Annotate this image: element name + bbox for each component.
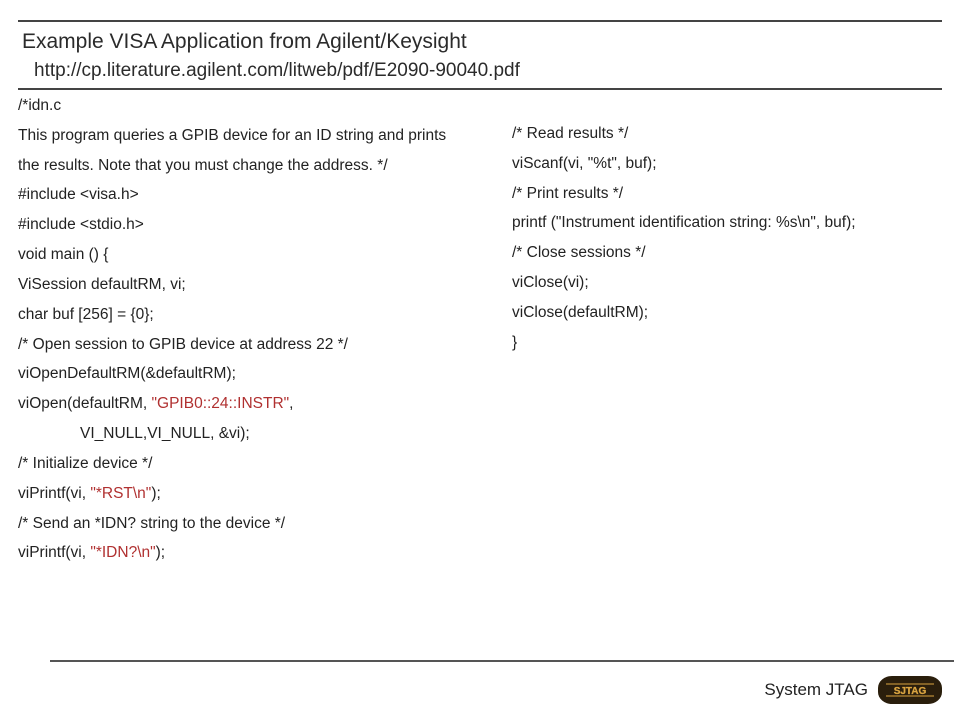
code-line: viOpenDefaultRM(&defaultRM); — [18, 364, 488, 384]
code-line: viScanf(vi, "%t", buf); — [512, 154, 942, 174]
slide-subtitle: http://cp.literature.agilent.com/litweb/… — [34, 60, 942, 82]
code-line: viClose(vi); — [512, 273, 942, 293]
code-line: char buf [256] = {0}; — [18, 305, 488, 325]
code-line: viOpen(defaultRM, "GPIB0::24::INSTR", — [18, 394, 488, 414]
code-line: /* Read results */ — [512, 124, 942, 144]
bottom-divider — [50, 660, 954, 662]
top-divider — [18, 20, 942, 22]
code-line: /* Open session to GPIB device at addres… — [18, 335, 488, 355]
title-underline — [18, 88, 942, 90]
code-line: /* Print results */ — [512, 184, 942, 204]
code-line: the results. Note that you must change t… — [18, 156, 488, 176]
code-line: viPrintf(vi, "*RST\n"); — [18, 484, 488, 504]
code-line: #include <visa.h> — [18, 185, 488, 205]
code-line: /* Send an *IDN? string to the device */ — [18, 514, 488, 534]
code-line: viClose(defaultRM); — [512, 303, 942, 323]
code-line: viPrintf(vi, "*IDN?\n"); — [18, 543, 488, 563]
code-line: This program queries a GPIB device for a… — [18, 126, 488, 146]
code-column-right: /* Read results */ viScanf(vi, "%t", buf)… — [512, 96, 942, 573]
code-line: /* Initialize device */ — [18, 454, 488, 474]
code-line: void main () { — [18, 245, 488, 265]
footer-label: System JTAG — [764, 680, 868, 700]
slide-title: Example VISA Application from Agilent/Ke… — [22, 30, 942, 54]
logo-text: SJTAG — [894, 686, 927, 697]
code-column-left: /*idn.c This program queries a GPIB devic… — [18, 96, 488, 573]
code-line: /* Close sessions */ — [512, 243, 942, 263]
code-line: ViSession defaultRM, vi; — [18, 275, 488, 295]
code-line: } — [512, 333, 942, 353]
code-line: printf ("Instrument identification strin… — [512, 213, 942, 233]
code-line: #include <stdio.h> — [18, 215, 488, 235]
code-line: VI_NULL,VI_NULL, &vi); — [18, 424, 488, 444]
sjtag-logo: SJTAG — [878, 676, 942, 704]
footer: System JTAG SJTAG — [764, 676, 942, 704]
code-columns: /*idn.c This program queries a GPIB devic… — [18, 96, 942, 573]
code-line: /*idn.c — [18, 96, 488, 116]
